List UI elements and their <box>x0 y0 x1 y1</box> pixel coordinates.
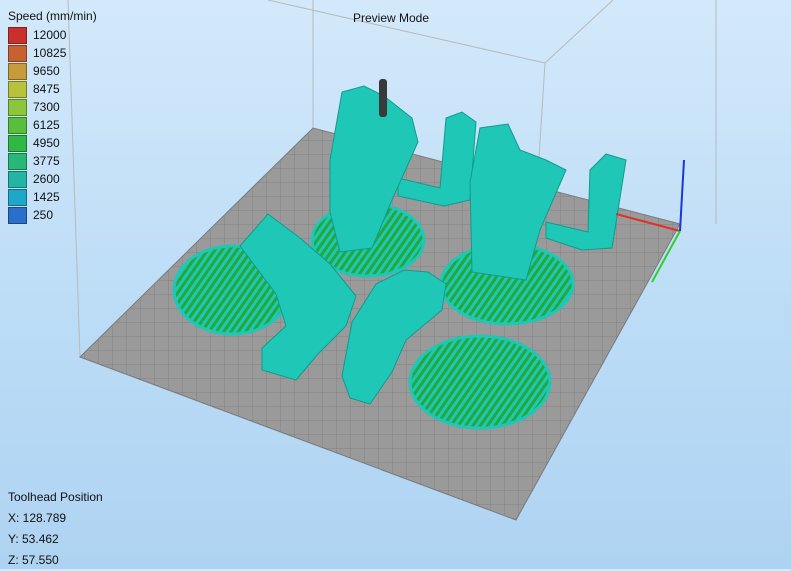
legend-item: 7300 <box>8 98 97 116</box>
legend-label: 8475 <box>33 82 60 96</box>
legend-label: 9650 <box>33 64 60 78</box>
legend-label: 1425 <box>33 190 60 204</box>
legend-item: 4950 <box>8 134 97 152</box>
legend-swatch <box>8 116 27 134</box>
legend-item: 6125 <box>8 116 97 134</box>
legend-swatch <box>8 134 27 152</box>
legend-item: 3775 <box>8 152 97 170</box>
legend-label: 250 <box>33 208 54 222</box>
toolhead-title: Toolhead Position <box>8 490 103 504</box>
legend-item: 1425 <box>8 188 97 206</box>
legend-swatch <box>8 98 27 116</box>
legend-swatch <box>8 26 27 44</box>
legend-swatch <box>8 62 27 80</box>
nozzle-marker <box>379 79 387 117</box>
legend-swatch <box>8 80 27 98</box>
legend-label: 3775 <box>33 154 60 168</box>
legend-item: 8475 <box>8 80 97 98</box>
legend-swatch <box>8 152 27 170</box>
legend-item: 250 <box>8 206 97 224</box>
legend-label: 6125 <box>33 118 60 132</box>
legend-label: 10825 <box>33 46 67 60</box>
speed-legend: Speed (mm/min) 12000 10825 9650 8475 730… <box>8 9 97 224</box>
legend-swatch <box>8 170 27 188</box>
toolhead-z: Z: 57.550 <box>8 553 59 567</box>
toolhead-y: Y: 53.462 <box>8 532 59 546</box>
toolhead-x: X: 128.789 <box>8 511 67 525</box>
legend-item: 9650 <box>8 62 97 80</box>
legend-swatch <box>8 206 27 224</box>
legend-title: Speed (mm/min) <box>8 9 97 23</box>
legend-swatch <box>8 188 27 206</box>
legend-item: 2600 <box>8 170 97 188</box>
legend-label: 2600 <box>33 172 60 186</box>
3d-viewport[interactable] <box>0 0 791 569</box>
legend-label: 12000 <box>33 28 67 42</box>
legend-item: 12000 <box>8 26 97 44</box>
legend-item: 10825 <box>8 44 97 62</box>
legend-label: 4950 <box>33 136 60 150</box>
part-flange-bottom <box>408 334 552 430</box>
legend-label: 7300 <box>33 100 60 114</box>
toolhead-position-panel: Toolhead Position X: 128.789 Y: 53.462 Z… <box>8 487 103 571</box>
view-mode-title: Preview Mode <box>353 11 430 25</box>
legend-swatch <box>8 44 27 62</box>
